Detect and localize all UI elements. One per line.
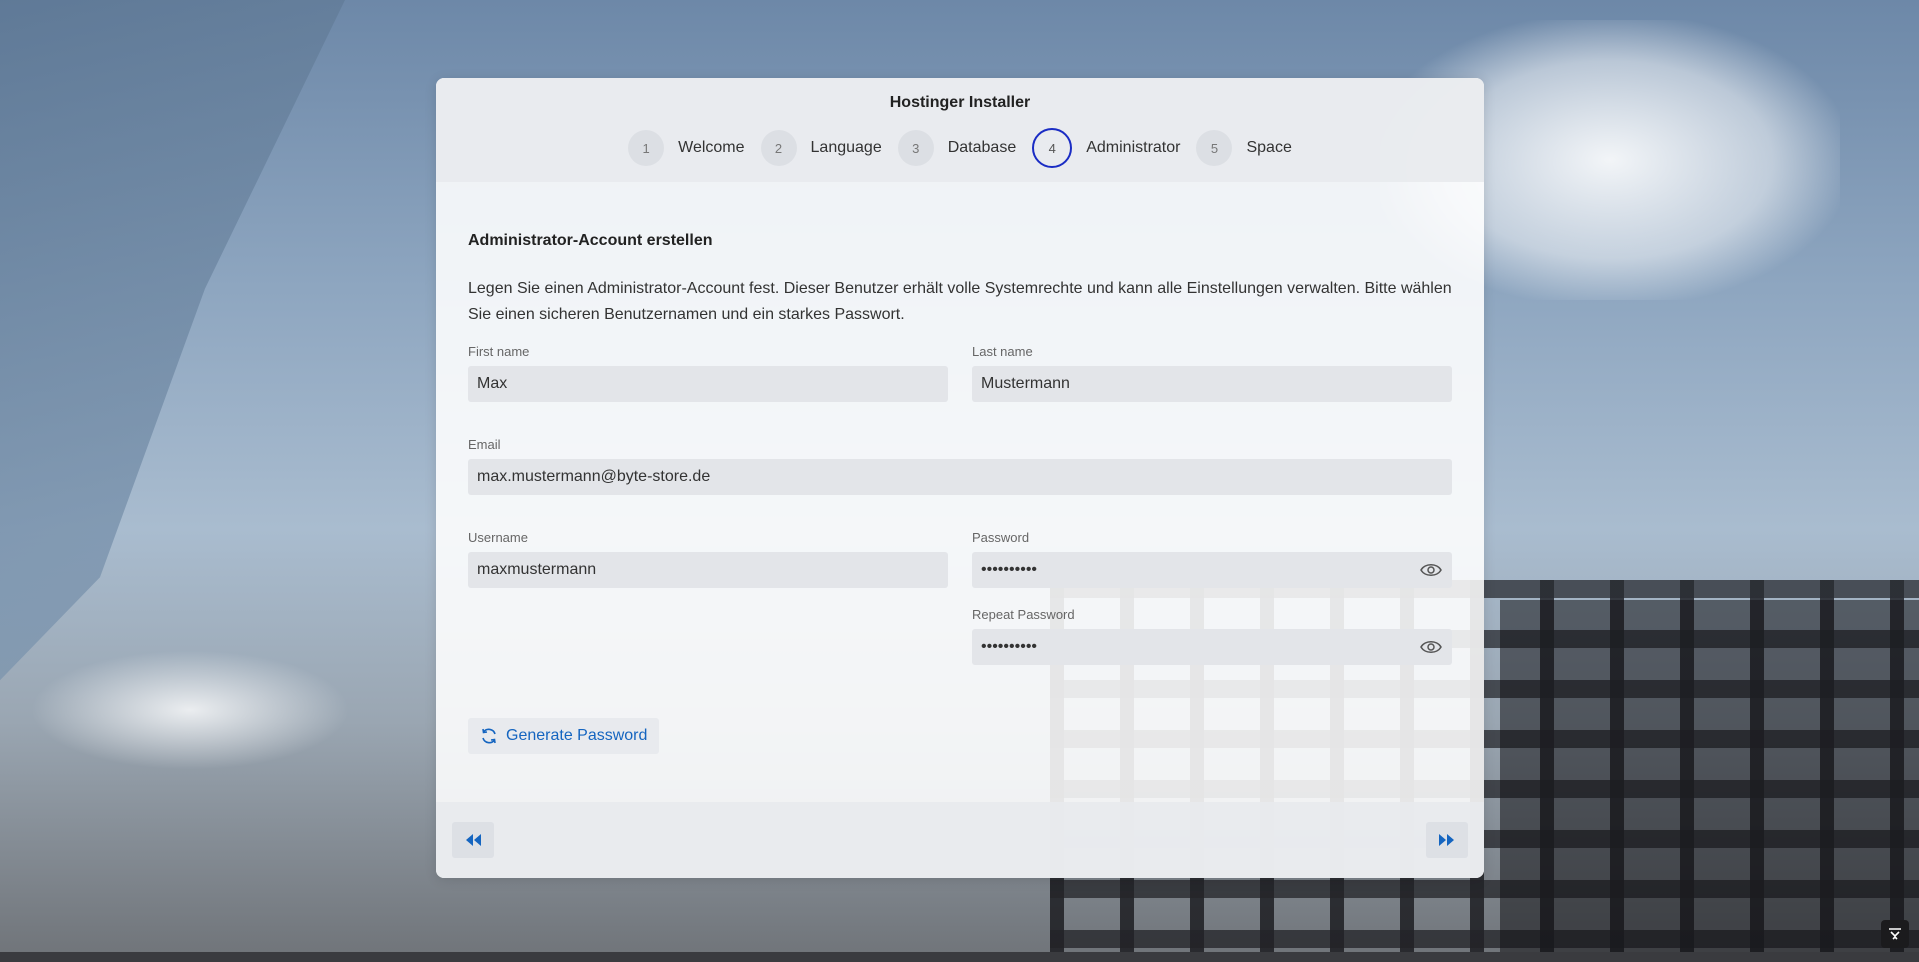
step-number: 3: [897, 130, 934, 166]
step-indicator: 1 Welcome 2 Language 3 Database 4 Admini…: [436, 128, 1484, 168]
step-space[interactable]: 5 Space: [1196, 130, 1292, 166]
email-field: Email max.mustermann@byte-store.de: [468, 437, 1452, 495]
password-field: Password ••••••••••: [972, 530, 1452, 588]
username-label: Username: [468, 530, 528, 545]
intro-text: Legen Sie einen Administrator-Account fe…: [468, 280, 1452, 323]
double-chevron-right-icon: [1439, 834, 1454, 846]
step-administrator[interactable]: 4 Administrator: [1032, 128, 1180, 168]
generate-password-label: Generate Password: [506, 727, 648, 744]
eye-icon[interactable]: [1420, 562, 1442, 578]
username-field: Username maxmustermann: [468, 530, 948, 588]
step-database[interactable]: 3 Database: [897, 130, 1017, 166]
step-label: Database: [947, 139, 1017, 156]
dialog-title: Hostinger Installer: [889, 94, 1031, 111]
step-label: Administrator: [1086, 139, 1181, 156]
first-name-field: First name Max: [468, 344, 948, 402]
refresh-icon: [482, 728, 496, 744]
dialog-body: Administrator-Account erstellen Legen Si…: [436, 182, 1484, 802]
next-button[interactable]: [1426, 822, 1468, 858]
installer-dialog: Hostinger Installer 1 Welcome 2 Language…: [436, 78, 1484, 878]
back-button[interactable]: [452, 822, 494, 858]
username-input[interactable]: maxmustermann: [468, 552, 948, 588]
password-value: ••••••••••: [981, 561, 1038, 578]
double-chevron-left-icon: [466, 834, 481, 846]
section-title: Administrator-Account erstellen: [468, 232, 713, 249]
step-language[interactable]: 2 Language: [760, 130, 882, 166]
repeat-password-label: Repeat Password: [972, 607, 1075, 622]
step-number: 4: [1032, 128, 1073, 168]
last-name-label: Last name: [972, 344, 1033, 359]
corner-toggle-button[interactable]: [1881, 920, 1909, 948]
email-input[interactable]: max.mustermann@byte-store.de: [468, 459, 1452, 495]
step-number: 2: [760, 130, 797, 166]
repeat-password-value: ••••••••••: [981, 638, 1038, 655]
dialog-footer: [436, 802, 1484, 878]
step-welcome[interactable]: 1 Welcome: [628, 130, 745, 166]
email-label: Email: [468, 437, 501, 452]
first-name-input[interactable]: Max: [468, 366, 948, 402]
first-name-label: First name: [468, 344, 530, 359]
eye-icon[interactable]: [1420, 639, 1442, 655]
repeat-password-field: Repeat Password ••••••••••: [972, 607, 1452, 665]
step-label: Welcome: [678, 139, 745, 156]
step-number: 5: [1196, 130, 1233, 166]
step-label: Space: [1246, 139, 1292, 156]
background-cloud: [30, 650, 350, 770]
step-number: 1: [628, 130, 665, 166]
dialog-header: Hostinger Installer 1 Welcome 2 Language…: [436, 78, 1484, 182]
bottom-strip: [0, 952, 1919, 962]
last-name-input[interactable]: Mustermann: [972, 366, 1452, 402]
repeat-password-input[interactable]: ••••••••••: [972, 629, 1452, 665]
step-label: Language: [810, 139, 882, 156]
collapse-icon: [1889, 928, 1901, 940]
generate-password-button[interactable]: Generate Password: [468, 718, 659, 754]
background-structure: [1500, 600, 1919, 960]
last-name-field: Last name Mustermann: [972, 344, 1452, 402]
password-label: Password: [972, 530, 1030, 545]
password-input[interactable]: ••••••••••: [972, 552, 1452, 588]
